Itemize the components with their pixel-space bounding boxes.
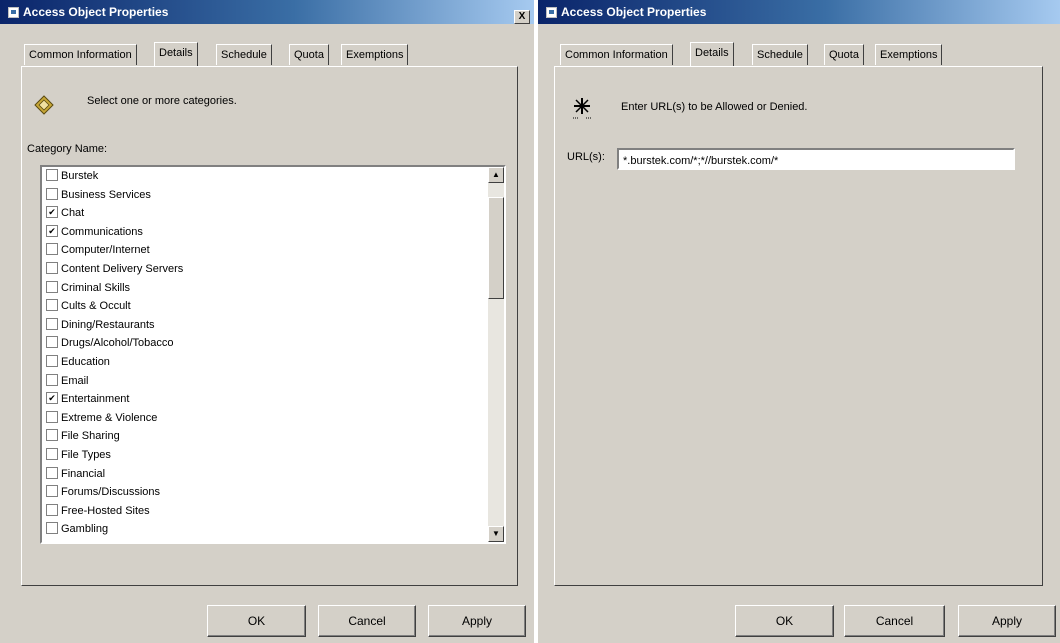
- tab-exemptions[interactable]: Exemptions: [875, 44, 943, 65]
- category-item[interactable]: Gambling: [42, 520, 486, 539]
- left-dialog: Access Object Properties X Common Inform…: [0, 0, 534, 643]
- list-header: Category Name:: [27, 143, 108, 155]
- checkbox[interactable]: [46, 317, 58, 330]
- category-item[interactable]: Business Services: [42, 186, 486, 205]
- category-label: Education: [61, 355, 110, 368]
- tab-details[interactable]: Details: [690, 42, 734, 66]
- right-dialog: Access Object Properties Common Informat…: [538, 0, 1060, 643]
- category-item[interactable]: Dining/Restaurants: [42, 316, 486, 335]
- category-item[interactable]: Drugs/Alcohol/Tobacco: [42, 334, 486, 353]
- category-item[interactable]: Forums/Discussions: [42, 483, 486, 502]
- tab-common-information[interactable]: Common Information: [560, 44, 673, 65]
- instruction-text: Select one or more categories.: [87, 95, 237, 107]
- checkbox-checked[interactable]: ✔: [46, 224, 58, 237]
- category-label: File Types: [61, 448, 111, 461]
- category-icon: [34, 95, 54, 115]
- scroll-down-button[interactable]: ▼: [488, 526, 504, 542]
- tab-schedule[interactable]: Schedule: [752, 44, 808, 65]
- checkbox[interactable]: [46, 336, 58, 349]
- scroll-up-button[interactable]: ▲: [488, 167, 504, 183]
- right-window-title: Access Object Properties: [561, 5, 707, 19]
- checkbox-checked[interactable]: ✔: [46, 392, 58, 405]
- left-title-bar: Access Object Properties: [0, 0, 534, 24]
- category-item[interactable]: Burstek: [42, 167, 486, 186]
- window-icon: [546, 7, 557, 18]
- checkbox[interactable]: [46, 243, 58, 256]
- scrollbar[interactable]: ▲ ▼: [488, 167, 504, 542]
- category-item[interactable]: ✔ Entertainment: [42, 390, 486, 409]
- category-label: Business Services: [61, 188, 151, 201]
- category-label: Content Delivery Servers: [61, 262, 184, 275]
- category-label: Communications: [61, 225, 143, 238]
- category-item[interactable]: File Sharing: [42, 427, 486, 446]
- category-label: Financial: [61, 467, 106, 480]
- category-label: Dining/Restaurants: [61, 318, 155, 331]
- category-item[interactable]: Computer/Internet: [42, 241, 486, 260]
- category-label: Burstek: [61, 170, 99, 182]
- checkbox[interactable]: [46, 466, 58, 479]
- checkbox[interactable]: [46, 262, 58, 275]
- category-label: Computer/Internet: [61, 244, 150, 257]
- checkbox[interactable]: [46, 373, 58, 386]
- checkbox[interactable]: [46, 429, 58, 442]
- category-label: Forums/Discussions: [61, 486, 161, 499]
- scroll-thumb[interactable]: [488, 197, 504, 299]
- checkbox-checked[interactable]: ✔: [46, 206, 58, 219]
- tab-quota[interactable]: Quota: [289, 44, 329, 65]
- category-list[interactable]: Burstek Business Services ✔ Chat ✔ Communicat…: [40, 165, 506, 544]
- category-item[interactable]: Content Delivery Servers: [42, 260, 486, 279]
- tab-quota[interactable]: Quota: [824, 44, 864, 65]
- category-label: Email: [61, 374, 89, 387]
- category-item[interactable]: File Types: [42, 446, 486, 465]
- category-item[interactable]: Cults & Occult: [42, 297, 486, 316]
- asterisk-icon: [569, 95, 595, 121]
- checkbox[interactable]: [46, 187, 58, 200]
- category-label: Extreme & Violence: [61, 411, 158, 424]
- url-label: URL(s):: [567, 151, 605, 163]
- category-item[interactable]: Criminal Skills: [42, 279, 486, 298]
- apply-button[interactable]: Apply: [428, 605, 526, 637]
- tab-exemptions[interactable]: Exemptions: [341, 44, 409, 65]
- checkbox[interactable]: [46, 355, 58, 368]
- checkbox[interactable]: [46, 448, 58, 460]
- url-input[interactable]: *.burstek.com/*;*//burstek.com/*: [617, 148, 1015, 170]
- category-item[interactable]: ✔ Chat: [42, 204, 486, 223]
- tab-schedule[interactable]: Schedule: [216, 44, 272, 65]
- category-label: Criminal Skills: [61, 281, 131, 294]
- cancel-button[interactable]: Cancel: [318, 605, 416, 637]
- category-item[interactable]: Extreme & Violence: [42, 409, 486, 428]
- right-title-bar: Access Object Properties: [538, 0, 1060, 24]
- category-label: File Sharing: [61, 430, 120, 443]
- category-item[interactable]: Financial: [42, 465, 486, 484]
- category-item[interactable]: Email: [42, 372, 486, 391]
- category-label: Drugs/Alcohol/Tobacco: [61, 337, 174, 350]
- checkbox[interactable]: [46, 522, 58, 535]
- checkbox[interactable]: [46, 410, 58, 423]
- category-label: Cults & Occult: [61, 300, 131, 313]
- checkbox[interactable]: [46, 503, 58, 516]
- category-item[interactable]: ✔ Communications: [42, 223, 486, 242]
- checkbox[interactable]: [46, 169, 58, 182]
- category-item[interactable]: Education: [42, 353, 486, 372]
- tab-details[interactable]: Details: [154, 42, 198, 66]
- checkbox[interactable]: [46, 299, 58, 312]
- tab-common-information[interactable]: Common Information: [24, 44, 137, 65]
- apply-button[interactable]: Apply: [958, 605, 1056, 637]
- checkbox[interactable]: [46, 280, 58, 293]
- close-button[interactable]: X: [514, 10, 530, 24]
- category-label: Free-Hosted Sites: [61, 504, 150, 517]
- category-label: Chat: [61, 207, 85, 220]
- window-icon: [8, 7, 19, 18]
- cancel-button[interactable]: Cancel: [844, 605, 945, 637]
- left-window-title: Access Object Properties: [23, 5, 169, 19]
- ok-button[interactable]: OK: [207, 605, 306, 637]
- url-instruction-text: Enter URL(s) to be Allowed or Denied.: [621, 101, 808, 113]
- details-panel: Enter URL(s) to be Allowed or Denied. UR…: [554, 66, 1043, 586]
- checkbox[interactable]: [46, 485, 58, 498]
- category-label: Gambling: [61, 523, 109, 536]
- category-item[interactable]: Free-Hosted Sites: [42, 502, 486, 521]
- category-label: Entertainment: [61, 393, 130, 406]
- ok-button[interactable]: OK: [735, 605, 834, 637]
